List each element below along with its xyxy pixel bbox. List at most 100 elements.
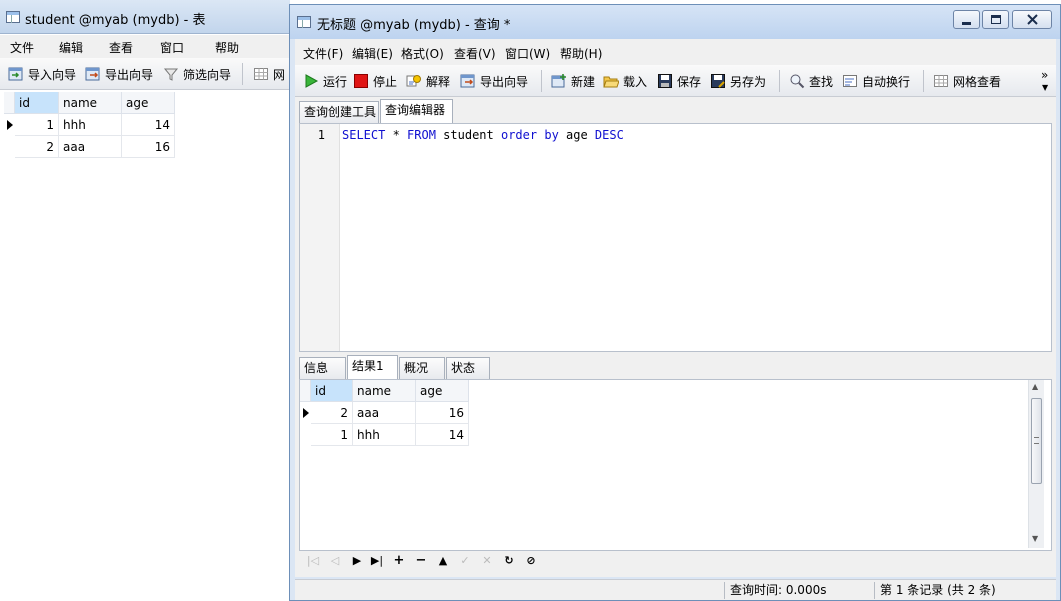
table-icon (6, 11, 20, 23)
query-toolbar: 运行 停止 解释 导出向导 新建 载入 保存 另存为 查找 自动换行 网格查看 … (295, 65, 1056, 97)
maximize-button[interactable] (982, 10, 1009, 29)
add-record-icon[interactable]: + (391, 553, 407, 569)
import-icon (8, 66, 24, 82)
tab-status[interactable]: 状态 (446, 357, 490, 379)
explain-button[interactable]: 解释 (406, 70, 450, 92)
filter-wizard-button[interactable]: 筛选向导 (163, 63, 231, 85)
delete-record-icon[interactable]: − (413, 553, 429, 569)
column-header-id[interactable]: id (15, 92, 59, 114)
column-header-id[interactable]: id (311, 380, 353, 402)
load-button[interactable]: 载入 (603, 70, 647, 92)
result-grid[interactable]: id name age 2 aaa 16 1 hhh 14 ▲ ▼ (299, 379, 1052, 551)
table-grid[interactable]: id name age 1 hhh 14 2 aaa 16 (4, 92, 288, 601)
stop-loading-icon[interactable]: ⊘ (523, 553, 539, 569)
table-window: student @myab (mydb) - 表 文件 编辑 查看 窗口 帮助 … (0, 0, 290, 601)
grid-icon (253, 66, 269, 82)
apply-changes-icon[interactable]: ✓ (457, 553, 473, 569)
table-cell[interactable]: 2 (15, 136, 59, 158)
grid-icon (933, 73, 949, 89)
find-button[interactable]: 查找 (789, 70, 833, 92)
load-label: 载入 (623, 74, 648, 89)
table-window-title: student @myab (mydb) - 表 (25, 13, 206, 28)
table-toolbar: 导入向导 导出向导 筛选向导 网 (0, 58, 289, 90)
stop-icon (353, 73, 369, 89)
save-label: 保存 (677, 74, 702, 89)
discard-changes-icon[interactable]: ✕ (479, 553, 495, 569)
menu-edit[interactable]: 编辑(E) (352, 45, 393, 62)
export-wizard-button[interactable]: 导出向导 (85, 63, 153, 85)
menu-view[interactable]: 查看(V) (454, 45, 496, 62)
scroll-up-icon[interactable]: ▲ (1032, 382, 1038, 391)
current-row-indicator (303, 408, 309, 418)
run-button[interactable]: 运行 (303, 70, 347, 92)
toolbar-overflow-chevron[interactable]: » (1041, 68, 1048, 82)
edit-record-icon[interactable]: ▲ (435, 553, 451, 569)
table-cell[interactable]: hhh (59, 114, 122, 136)
menu-help[interactable]: 帮助(H) (560, 45, 602, 62)
close-button[interactable] (1012, 10, 1052, 29)
scrollbar-thumb[interactable] (1031, 398, 1042, 484)
column-header-name[interactable]: name (353, 380, 416, 402)
tab-query-editor[interactable]: 查询编辑器 (380, 99, 453, 123)
export-icon (85, 66, 101, 82)
table-cell[interactable]: 14 (122, 114, 175, 136)
minimize-button[interactable] (953, 10, 980, 29)
column-header-age[interactable]: age (416, 380, 469, 402)
vertical-scrollbar[interactable]: ▲ ▼ (1028, 380, 1044, 548)
first-record-icon[interactable]: |◁ (305, 553, 321, 569)
refresh-icon[interactable]: ↻ (501, 553, 517, 569)
line-number: 1 (317, 128, 325, 142)
next-record-icon[interactable]: ▶ (349, 553, 365, 569)
menu-format[interactable]: 格式(O) (401, 45, 444, 62)
tab-profile[interactable]: 概况 (399, 357, 445, 379)
tab-query-builder[interactable]: 查询创建工具 (299, 101, 379, 123)
menu-help[interactable]: 帮助 (215, 39, 239, 56)
table-cell[interactable]: 1 (311, 424, 353, 446)
new-query-button[interactable]: 新建 (551, 70, 595, 92)
sql-text: * (385, 128, 408, 142)
table-cell[interactable]: aaa (59, 136, 122, 158)
sql-code-line[interactable]: SELECT * FROM student order by age DESC (342, 128, 624, 142)
scroll-down-icon[interactable]: ▼ (1032, 534, 1038, 543)
import-wizard-button[interactable]: 导入向导 (8, 63, 76, 85)
save-as-button[interactable]: 另存为 (710, 70, 766, 92)
menu-window[interactable]: 窗口 (160, 39, 184, 56)
status-divider (874, 582, 875, 599)
prev-record-icon[interactable]: ◁ (327, 553, 343, 569)
table-cell[interactable]: hhh (353, 424, 416, 446)
table-cell[interactable]: aaa (353, 402, 416, 424)
table-cell[interactable]: 1 (15, 114, 59, 136)
column-header-age[interactable]: age (122, 92, 175, 114)
toolbar-dropdown-icon[interactable]: ▼ (1042, 83, 1048, 92)
grid-view-button[interactable]: 网格查看 (933, 70, 1001, 92)
menu-window[interactable]: 窗口(W) (505, 45, 550, 62)
menu-view[interactable]: 查看 (109, 39, 133, 56)
table-cell[interactable]: 16 (122, 136, 175, 158)
export-wizard-button[interactable]: 导出向导 (460, 70, 528, 92)
word-wrap-button[interactable]: 自动换行 (842, 70, 910, 92)
stop-button[interactable]: 停止 (353, 70, 397, 92)
table-cell[interactable]: 14 (416, 424, 469, 446)
query-time-status: 查询时间: 0.000s (730, 583, 827, 597)
sql-editor[interactable]: 1 SELECT * FROM student order by age DES… (299, 123, 1052, 352)
new-query-icon (551, 73, 567, 89)
grid-view-label: 网 (273, 67, 286, 82)
grid-view-button[interactable]: 网 (253, 63, 285, 85)
menu-edit[interactable]: 编辑 (59, 39, 83, 56)
table-cell[interactable]: 16 (416, 402, 469, 424)
table-window-titlebar[interactable]: student @myab (mydb) - 表 (0, 0, 290, 34)
tab-info[interactable]: 信息 (299, 357, 346, 379)
menu-file[interactable]: 文件 (10, 39, 34, 56)
table-cell[interactable]: 2 (311, 402, 353, 424)
column-header-name[interactable]: name (59, 92, 122, 114)
run-label: 运行 (323, 74, 348, 89)
close-icon (1027, 14, 1038, 25)
import-wizard-label: 导入向导 (28, 67, 77, 82)
toolbar-separator (923, 70, 924, 92)
menu-file[interactable]: 文件(F) (303, 45, 343, 62)
query-window-titlebar[interactable]: 无标题 @myab (mydb) - 查询 * (290, 5, 1060, 39)
tab-result1[interactable]: 结果1 (347, 355, 398, 379)
export-wizard-label: 导出向导 (105, 67, 154, 82)
save-button[interactable]: 保存 (657, 70, 701, 92)
last-record-icon[interactable]: ▶| (369, 553, 385, 569)
